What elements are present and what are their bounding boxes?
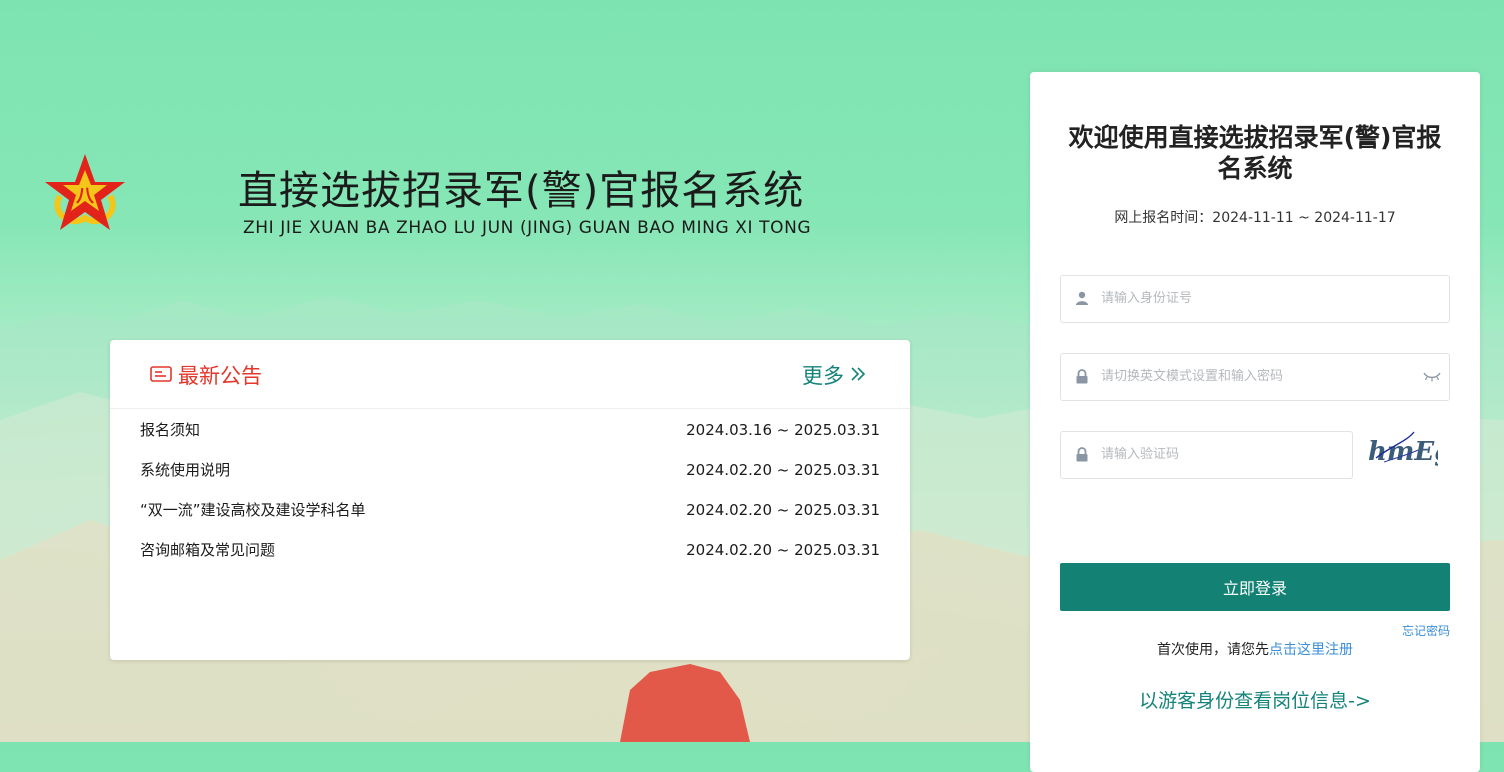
user-icon [1075,291,1089,306]
notice-header: 最新公告 更多 [110,340,910,409]
notice-item[interactable]: 报名须知 2024.03.16 ~ 2025.03.31 [140,419,880,459]
more-label: 更多 [802,364,844,388]
register-prompt-text: 首次使用，请您先 [1157,642,1269,658]
more-notices-link[interactable]: 更多 [802,360,844,390]
notice-item-title: 报名须知 [140,419,200,459]
notice-item-title: 系统使用说明 [140,459,230,499]
register-link[interactable]: 点击这里注册 [1269,642,1353,658]
captcha-input[interactable] [1101,432,1401,476]
notice-item[interactable]: 系统使用说明 2024.02.20 ~ 2025.03.31 [140,459,880,499]
eye-closed-icon[interactable] [1423,370,1441,382]
notice-item-date: 2024.02.20 ~ 2025.03.31 [686,499,880,539]
site-title: 直接选拔招录军(警)官报名系统 [238,158,804,216]
notice-item[interactable]: 咨询邮箱及常见问题 2024.02.20 ~ 2025.03.31 [140,539,880,579]
lock-icon [1075,447,1089,462]
login-title: 欢迎使用直接选拔招录军(警)官报名系统 [1060,122,1450,184]
notice-item-date: 2024.02.20 ~ 2025.03.31 [686,459,880,499]
login-button[interactable]: 立即登录 [1060,563,1450,611]
guest-view-link[interactable]: 以游客身份查看岗位信息-> [1030,686,1480,713]
notice-item-title: 咨询邮箱及常见问题 [140,539,275,579]
emblem-logo-icon: 八 [40,152,130,234]
id-number-input[interactable] [1101,276,1401,320]
notice-item-date: 2024.03.16 ~ 2025.03.31 [686,419,880,459]
lock-icon [1075,369,1089,384]
register-prompt: 首次使用，请您先点击这里注册 [1030,639,1480,659]
password-field [1060,353,1450,401]
forgot-password-link[interactable]: 忘记密码 [1402,622,1450,639]
login-panel: 欢迎使用直接选拔招录军(警)官报名系统 网上报名时间：2024-11-11 ~ … [1030,72,1480,772]
notice-list: 报名须知 2024.03.16 ~ 2025.03.31 系统使用说明 2024… [110,409,910,579]
id-number-field [1060,275,1450,323]
password-input[interactable] [1101,354,1401,398]
notice-card: 最新公告 更多 报名须知 2024.03.16 ~ 2025.03.31 系统使… [110,340,910,660]
site-subtitle-pinyin: ZHI JIE XUAN BA ZHAO LU JUN (JING) GUAN … [243,218,811,238]
notice-item[interactable]: “双一流”建设高校及建设学科名单 2024.02.20 ~ 2025.03.31 [140,499,880,539]
notice-item-date: 2024.02.20 ~ 2025.03.31 [686,539,880,579]
notice-item-title: “双一流”建设高校及建设学科名单 [140,499,366,539]
svg-text:八: 八 [76,186,95,207]
registration-time: 网上报名时间：2024-11-11 ~ 2024-11-17 [1030,207,1480,227]
announcement-icon [150,365,172,383]
double-chevron-right-icon[interactable] [850,366,866,382]
captcha-image[interactable]: hmEg [1366,428,1438,472]
captcha-field [1060,431,1353,479]
notice-title: 最新公告 [178,360,262,390]
